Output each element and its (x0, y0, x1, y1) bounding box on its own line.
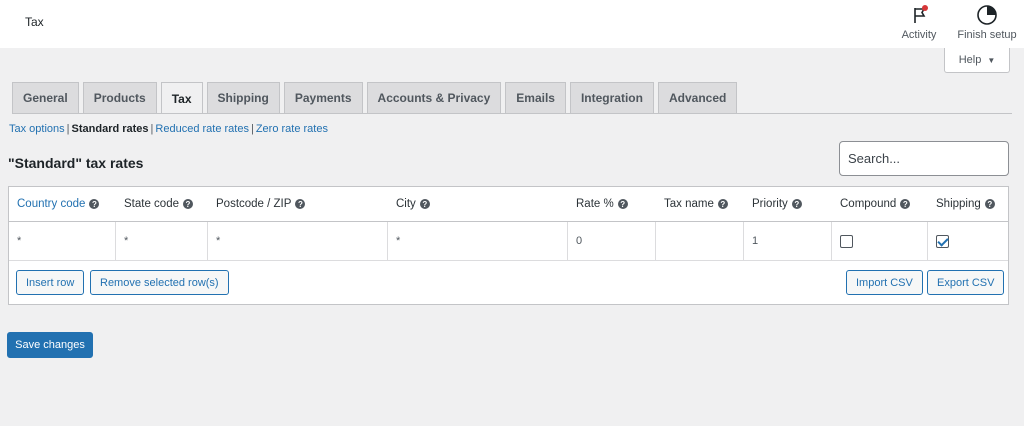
column-label: Compound (840, 198, 897, 210)
column-country-code[interactable]: Country code ? (17, 198, 100, 210)
cell-compound (832, 222, 928, 260)
tab-accounts-privacy[interactable]: Accounts & Privacy (366, 82, 502, 113)
subnav-separator: | (66, 123, 70, 135)
column-label: Shipping (936, 198, 981, 210)
help-icon[interactable]: ? (419, 199, 430, 209)
column-label: Rate % (576, 198, 614, 210)
cell-city[interactable]: * (388, 222, 568, 260)
column-label: State code (124, 198, 179, 210)
subnav-separator: | (150, 123, 154, 135)
help-icon[interactable]: ? (295, 199, 306, 209)
subnav-separator: | (250, 123, 254, 135)
cell-state-code[interactable]: * (116, 222, 208, 260)
shipping-checkbox[interactable] (936, 234, 949, 248)
help-label: Help (958, 54, 982, 66)
tab-payments[interactable]: Payments (283, 82, 363, 113)
search-input[interactable] (839, 141, 1009, 176)
help-icon[interactable]: ? (89, 199, 100, 209)
column-label: City (396, 198, 416, 210)
column-label: Tax name (664, 198, 714, 210)
page-title: Tax (25, 15, 44, 29)
settings-tabs: General Products Tax Shipping Payments A… (12, 82, 741, 114)
column-priority: Priority ? (752, 198, 802, 210)
column-compound: Compound ? (840, 198, 911, 210)
save-changes-button[interactable]: Save changes (7, 332, 93, 358)
column-rate: Rate % ? (576, 198, 628, 210)
top-bar: Tax Activity Finish setup (0, 0, 1024, 48)
compound-checkbox[interactable] (840, 234, 853, 248)
activity-label: Activity (901, 29, 937, 41)
column-label: Priority (752, 198, 788, 210)
tab-shipping[interactable]: Shipping (206, 82, 280, 113)
column-tax-name: Tax name ? (664, 198, 728, 210)
subnav-standard-rates[interactable]: Standard rates (72, 123, 149, 135)
export-csv-button[interactable]: Export CSV (927, 270, 1005, 295)
finish-setup-button[interactable]: Finish setup (955, 4, 1019, 41)
tab-general[interactable]: General (12, 82, 79, 113)
cell-priority[interactable]: 1 (744, 222, 832, 260)
remove-selected-rows-button[interactable]: Remove selected row(s) (90, 270, 229, 295)
notification-dot (922, 5, 928, 11)
activity-button[interactable]: Activity (898, 4, 940, 41)
table-header: Country code ? State code ? Postcode / Z… (9, 187, 1008, 222)
column-state-code: State code ? (124, 198, 193, 210)
tab-products[interactable]: Products (82, 82, 157, 113)
tab-tax[interactable]: Tax (160, 82, 203, 114)
tabs-divider (12, 113, 1012, 114)
help-icon[interactable]: ? (791, 199, 802, 209)
cell-country-code[interactable]: * (9, 222, 116, 260)
tab-integration[interactable]: Integration (569, 82, 654, 113)
cell-tax-name[interactable] (656, 222, 744, 260)
help-icon[interactable]: ? (900, 199, 911, 209)
help-icon[interactable]: ? (617, 199, 628, 209)
help-icon[interactable]: ? (717, 199, 728, 209)
tab-advanced[interactable]: Advanced (657, 82, 738, 113)
tab-emails[interactable]: Emails (505, 82, 566, 113)
column-shipping: Shipping ? (936, 198, 995, 210)
tax-rates-table: Country code ? State code ? Postcode / Z… (8, 186, 1009, 305)
column-postcode: Postcode / ZIP ? (216, 198, 306, 210)
help-icon[interactable]: ? (182, 199, 193, 209)
subnav-tax-options[interactable]: Tax options (9, 123, 65, 135)
section-title: "Standard" tax rates (8, 155, 144, 171)
column-city: City ? (396, 198, 430, 210)
subnav-zero-rates[interactable]: Zero rate rates (256, 123, 328, 135)
cell-postcode[interactable]: * (208, 222, 388, 260)
caret-down-icon: ▼ (987, 55, 996, 65)
cell-shipping (928, 222, 1008, 260)
flag-icon (914, 5, 928, 23)
table-row: * * * * 0 1 (9, 222, 1008, 261)
subnav-reduced-rates[interactable]: Reduced rate rates (155, 123, 249, 135)
column-label: Country code (17, 198, 86, 210)
help-button[interactable]: Help ▼ (944, 48, 1010, 73)
column-label: Postcode / ZIP (216, 198, 292, 210)
help-icon[interactable]: ? (984, 199, 995, 209)
insert-row-button[interactable]: Insert row (16, 270, 85, 295)
tax-subnav: Tax options | Standard rates | Reduced r… (9, 123, 328, 135)
import-csv-button[interactable]: Import CSV (846, 270, 923, 295)
cell-rate[interactable]: 0 (568, 222, 656, 260)
progress-circle-icon (977, 5, 997, 25)
finish-setup-label: Finish setup (957, 29, 1017, 41)
